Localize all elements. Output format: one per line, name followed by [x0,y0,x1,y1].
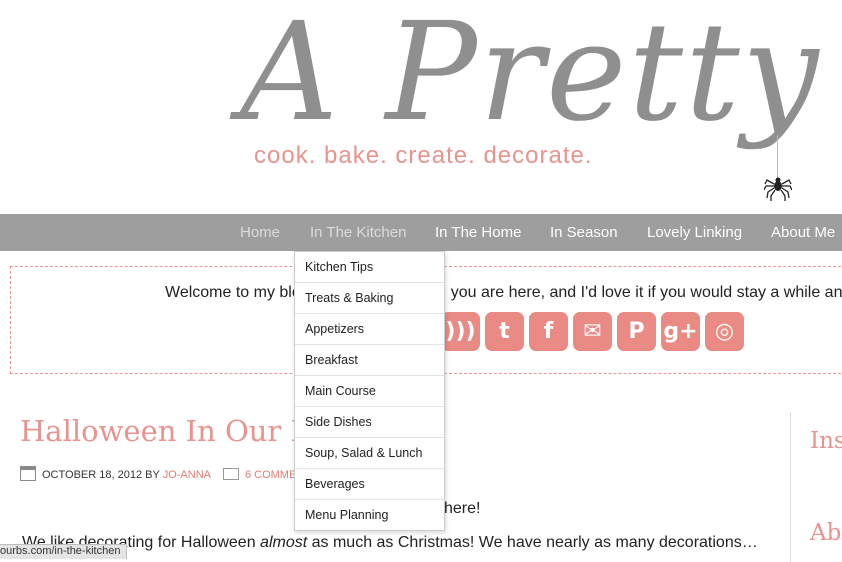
post-body-end: as much as Christmas! We have nearly as … [307,534,758,551]
sidebar-heading-inspiration: Insp [810,428,842,454]
menu-item-soup-salad-lunch[interactable]: Soup, Salad & Lunch [295,438,444,469]
nav-item-about-me[interactable]: About Me [771,214,835,251]
welcome-text-right: you are here, and I'd love it if you wou… [450,284,842,301]
welcome-text-left: Welcome to my blo [165,284,301,301]
menu-item-breakfast[interactable]: Breakfast [295,345,444,376]
post-body-emphasis: almost [260,534,308,551]
post-text-fragment: here! [444,500,481,517]
calendar-icon [20,466,36,481]
menu-item-menu-planning[interactable]: Menu Planning [295,500,444,530]
spider-icon [764,177,792,201]
rss-icon[interactable]: ))) [441,312,480,351]
nav-item-in-the-home[interactable]: In The Home [435,214,521,251]
kitchen-dropdown-menu: Kitchen Tips Treats & Baking Appetizers … [294,251,445,531]
menu-item-treats-baking[interactable]: Treats & Baking [295,283,444,314]
post-meta: OCTOBER 18, 2012 BY JO-ANNA 6 COMME [20,466,296,482]
post-date: OCTOBER 18, 2012 [42,469,143,481]
post-author-link[interactable]: JO-ANNA [163,469,211,481]
nav-item-lovely-linking[interactable]: Lovely Linking [647,214,742,251]
googleplus-icon[interactable]: g+ [661,312,700,351]
sidebar-divider [790,412,791,562]
instagram-icon[interactable]: ◎ [705,312,744,351]
menu-item-side-dishes[interactable]: Side Dishes [295,407,444,438]
post-title[interactable]: Halloween In Our H [20,414,316,448]
nav-item-in-the-kitchen[interactable]: In The Kitchen [310,214,406,251]
nav-item-home[interactable]: Home [240,214,280,251]
site-tagline: cook. bake. create. decorate. [254,142,593,169]
menu-item-kitchen-tips[interactable]: Kitchen Tips [295,252,444,283]
welcome-text: Welcome to my blo you are here, and I'd l… [165,284,842,302]
pinterest-icon[interactable]: P [617,312,656,351]
comment-icon [222,468,239,480]
post-by: BY [145,469,160,481]
twitter-icon[interactable]: t [485,312,524,351]
main-navigation: Home In The Kitchen In The Home In Seaso… [0,214,842,251]
email-icon[interactable]: ✉ [573,312,612,351]
menu-item-appetizers[interactable]: Appetizers [295,314,444,345]
nav-item-in-season[interactable]: In Season [550,214,618,251]
sidebar-heading-about: Ab [810,520,842,546]
menu-item-beverages[interactable]: Beverages [295,469,444,500]
menu-item-main-course[interactable]: Main Course [295,376,444,407]
post-body: We like decorating for Halloween almost … [22,534,758,552]
post-comments-link[interactable]: 6 COMME [245,469,296,481]
facebook-icon[interactable]: f [529,312,568,351]
site-logo[interactable]: A Pretty Life [240,0,842,152]
site-header: A Pretty Life cook. bake. create. decora… [0,0,842,214]
